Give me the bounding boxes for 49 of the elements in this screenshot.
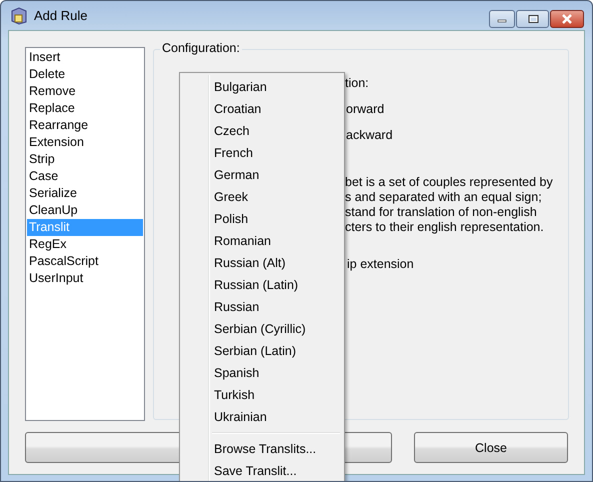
description-text: cters to their english representation. xyxy=(345,220,545,235)
list-item[interactable]: Case xyxy=(27,168,143,185)
description-text: stand for translation of non-english xyxy=(345,205,538,220)
window-title: Add Rule xyxy=(34,8,88,23)
menu-item[interactable]: Romanian xyxy=(182,230,342,252)
option-label: ackward xyxy=(346,128,394,143)
description-text: s and separated with an equal sign; xyxy=(345,190,543,205)
list-item[interactable]: Delete xyxy=(27,66,143,83)
menu-item[interactable]: Russian (Alt) xyxy=(182,252,342,274)
list-item[interactable]: Replace xyxy=(27,100,143,117)
list-item[interactable]: RegEx xyxy=(27,236,143,253)
menu-item[interactable]: Czech xyxy=(182,120,342,142)
maximize-button[interactable] xyxy=(516,10,549,28)
menu-item[interactable]: Spanish xyxy=(182,362,342,384)
menu-item[interactable]: Browse Translits... xyxy=(182,438,342,460)
minimize-button[interactable] xyxy=(489,10,515,28)
menu-item[interactable]: Russian xyxy=(182,296,342,318)
menu-item[interactable]: Polish xyxy=(182,208,342,230)
list-item[interactable]: Insert xyxy=(27,49,143,66)
label-text: tion: xyxy=(345,76,370,91)
close-button[interactable]: Close xyxy=(414,432,568,463)
menu-item[interactable]: Serbian (Cyrillic) xyxy=(182,318,342,340)
list-item[interactable]: Rearrange xyxy=(27,117,143,134)
group-title: Configuration: xyxy=(160,41,242,55)
list-item[interactable]: CleanUp xyxy=(27,202,143,219)
list-item[interactable]: UserInput xyxy=(27,270,143,287)
menu-item[interactable]: Ukrainian xyxy=(182,406,342,428)
menu-item[interactable]: Croatian xyxy=(182,98,342,120)
option-label: orward xyxy=(346,102,386,117)
menu-item[interactable]: Russian (Latin) xyxy=(182,274,342,296)
list-item[interactable]: PascalScript xyxy=(27,253,143,270)
menu-item[interactable]: Bulgarian xyxy=(182,76,342,98)
description-text: bet is a set of couples represented by xyxy=(345,175,554,190)
list-item[interactable]: Serialize xyxy=(27,185,143,202)
list-item[interactable]: Remove xyxy=(27,83,143,100)
menu-item[interactable]: Turkish xyxy=(182,384,342,406)
menu-item[interactable]: Greek xyxy=(182,186,342,208)
maximize-icon xyxy=(526,14,538,24)
close-button[interactable] xyxy=(550,10,584,28)
menu-item[interactable]: Serbian (Latin) xyxy=(182,340,342,362)
checkbox-label: ip extension xyxy=(347,257,415,272)
close-icon xyxy=(560,14,574,24)
folder-icon xyxy=(10,6,28,24)
menu-item[interactable]: German xyxy=(182,164,342,186)
list-item[interactable]: Extension xyxy=(27,134,143,151)
menu-item[interactable]: Save Translit... xyxy=(182,460,342,481)
menu-item[interactable]: French xyxy=(182,142,342,164)
rule-list[interactable]: Insert Delete Remove Replace Rearrange Extension Strip Case Serialize CleanUp Translit RegEx PascalScript UserInput xyxy=(25,47,145,421)
list-item[interactable]: Strip xyxy=(27,151,143,168)
